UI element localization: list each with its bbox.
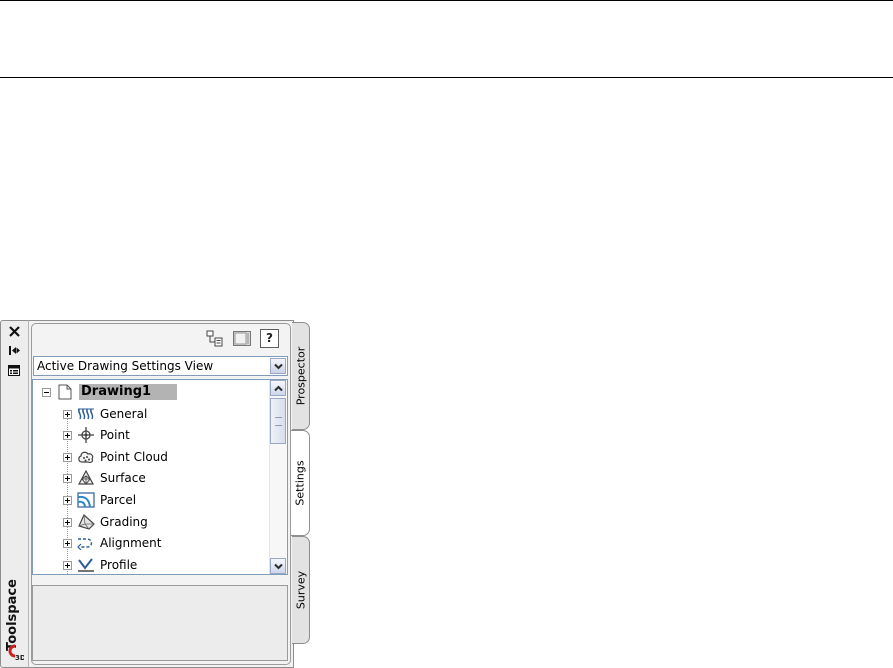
- expand-icon[interactable]: [63, 452, 72, 462]
- chevron-down-icon[interactable]: [270, 358, 286, 374]
- parcel-icon: [77, 492, 95, 508]
- drawing-document-icon: [56, 384, 74, 400]
- tree-node-label: Grading: [100, 515, 148, 529]
- view-selector-value: Active Drawing Settings View: [37, 359, 214, 373]
- tree-node-label: Point Cloud: [100, 450, 168, 464]
- tree-node-root[interactable]: Drawing1: [42, 382, 178, 402]
- top-divider-line: [0, 0, 893, 1]
- tab-survey[interactable]: Survey: [292, 536, 310, 644]
- tab-label: Prospector: [294, 346, 307, 406]
- expand-icon[interactable]: [63, 495, 72, 505]
- tree-node-profile[interactable]: Profile: [63, 555, 138, 574]
- tree-node-point-cloud[interactable]: Point Cloud: [63, 447, 168, 467]
- tree-node-label: Profile: [100, 558, 138, 572]
- scroll-up-icon[interactable]: [270, 380, 286, 396]
- tree-node-general[interactable]: General: [63, 404, 147, 424]
- point-icon: [77, 427, 95, 443]
- item-preview-pane: [32, 585, 288, 661]
- scroll-down-icon[interactable]: [270, 558, 286, 574]
- tree-node-label: Alignment: [100, 536, 162, 550]
- tree-node-label: Parcel: [100, 493, 137, 507]
- scroll-thumb[interactable]: [270, 398, 286, 444]
- close-icon[interactable]: [6, 324, 22, 338]
- view-selector-dropdown[interactable]: Active Drawing Settings View: [33, 356, 288, 376]
- tree-node-point[interactable]: Point: [63, 425, 130, 445]
- list-view-icon[interactable]: [233, 329, 251, 347]
- expand-icon[interactable]: [63, 409, 72, 419]
- tree-node-grading[interactable]: Grading: [63, 512, 148, 532]
- help-button[interactable]: ?: [260, 329, 279, 348]
- tree-node-label: General: [100, 407, 148, 421]
- properties-icon[interactable]: [6, 363, 22, 377]
- tree-node-surface[interactable]: Surface: [63, 468, 146, 488]
- toolspace-palette: Toolspace 3D ? Active Drawing Settings V…: [0, 320, 312, 668]
- header-divider-line: [0, 77, 893, 78]
- tree-node-parcel[interactable]: Parcel: [63, 490, 136, 510]
- surface-icon: [77, 470, 95, 486]
- grading-icon: [77, 514, 95, 530]
- tree-node-alignment[interactable]: Alignment: [63, 533, 161, 553]
- expand-icon[interactable]: [63, 473, 72, 483]
- expand-icon[interactable]: [63, 560, 72, 570]
- expand-icon[interactable]: [63, 517, 72, 527]
- tab-label: Settings: [293, 460, 307, 506]
- tree-scrollbar[interactable]: [269, 380, 287, 574]
- tree-node-label: Surface: [100, 471, 146, 485]
- palette-body: ? Active Drawing Settings View Drawing1: [28, 320, 294, 668]
- civil3d-logo-icon: 3D: [6, 643, 26, 662]
- alignment-icon: [77, 535, 95, 551]
- expand-icon[interactable]: [63, 430, 72, 440]
- general-settings-icon: [77, 406, 95, 422]
- tree-node-label: Point: [100, 428, 130, 442]
- auto-hide-icon[interactable]: [6, 343, 22, 357]
- expand-icon[interactable]: [63, 538, 72, 548]
- settings-tree[interactable]: Drawing1 General Point Point Cloud Surfa…: [32, 379, 288, 575]
- tree-node-label: Drawing1: [79, 384, 178, 400]
- palette-title-bar[interactable]: Toolspace 3D: [0, 320, 29, 668]
- collapse-icon[interactable]: [42, 387, 51, 397]
- profile-icon: [77, 557, 95, 573]
- tab-prospector[interactable]: Prospector: [292, 322, 310, 430]
- tab-label: Survey: [294, 570, 307, 610]
- tab-settings[interactable]: Settings: [291, 430, 310, 536]
- svg-text:3D: 3D: [15, 654, 24, 661]
- point-cloud-icon: [77, 449, 95, 465]
- item-view-icon[interactable]: [205, 329, 223, 347]
